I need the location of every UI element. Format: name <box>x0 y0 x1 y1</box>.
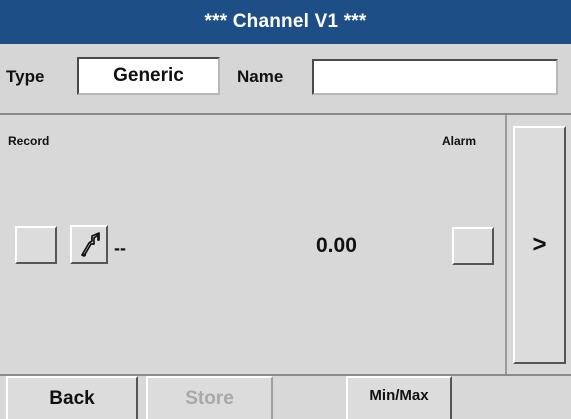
name-field[interactable] <box>312 59 558 95</box>
alarm-checkbox[interactable] <box>452 227 494 265</box>
store-button[interactable]: Store <box>146 376 273 419</box>
unit-placeholder: -- <box>114 238 126 258</box>
record-checkbox[interactable] <box>15 226 57 264</box>
back-button[interactable]: Back <box>6 376 138 419</box>
page-title: *** Channel V1 *** <box>0 0 571 44</box>
name-label: Name <box>237 67 284 86</box>
min-max-button[interactable]: Min/Max <box>346 376 452 419</box>
channel-detail-panel: Record Alarm -- 0.00 <box>0 115 505 375</box>
type-label: Type <box>6 67 45 86</box>
record-label: Record <box>8 134 50 148</box>
channel-value: 0.00 <box>316 234 357 257</box>
type-field[interactable]: Generic <box>77 57 220 95</box>
channel-info-row: Type Generic Name <box>0 44 571 114</box>
unit-settings-button[interactable] <box>70 225 108 264</box>
channel-screen: *** Channel V1 *** Type Generic Name Rec… <box>0 0 571 419</box>
footer-toolbar: Back Store Min/Max <box>0 376 571 419</box>
alarm-label: Alarm <box>442 134 477 148</box>
side-separator <box>505 115 507 375</box>
next-page-button[interactable]: > <box>513 126 566 364</box>
wrench-icon <box>80 232 100 257</box>
